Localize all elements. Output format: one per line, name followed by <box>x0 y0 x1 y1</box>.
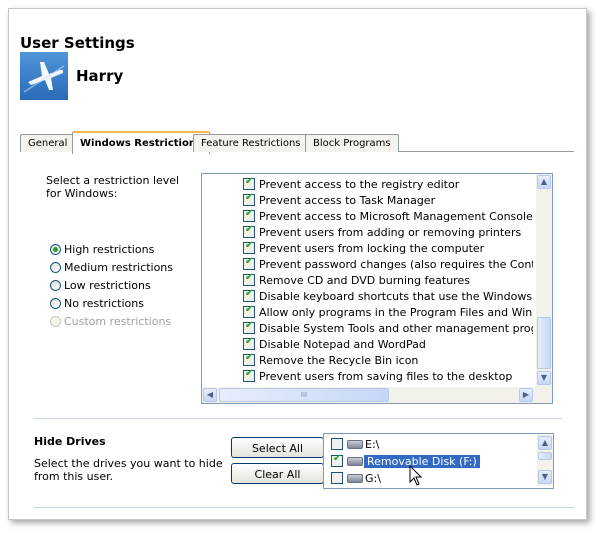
list-item[interactable]: Prevent access to Microsoft Management C… <box>243 208 533 224</box>
item-label: Prevent access to Task Manager <box>259 193 436 207</box>
restrictions-list[interactable]: Prevent access to the registry editor Pr… <box>201 173 553 404</box>
drive-icon <box>347 439 363 449</box>
item-label: Disable keyboard shortcuts that use the … <box>259 289 533 303</box>
checkbox[interactable] <box>243 256 255 270</box>
drive-label: G:\ <box>365 471 381 485</box>
list-item[interactable]: Prevent access to the registry editor <box>243 176 533 192</box>
list-item[interactable]: Prevent users from saving files to the d… <box>243 368 533 384</box>
vertical-scrollbar[interactable]: ▲ ▼ <box>536 174 552 387</box>
item-label: Remove CD and DVD burning features <box>259 273 470 287</box>
item-label: Prevent users from locking the computer <box>259 241 485 255</box>
radio-medium-restrictions[interactable]: Medium restrictions <box>50 260 173 274</box>
section-divider <box>34 418 562 419</box>
item-label: Prevent access to Microsoft Management C… <box>259 209 533 223</box>
horizontal-scrollbar[interactable]: ◀ III ▶ <box>202 387 552 403</box>
checkbox[interactable] <box>243 192 255 206</box>
tab-block-programs[interactable]: Block Programs <box>305 134 399 152</box>
list-item[interactable]: G:\ <box>331 470 381 486</box>
radio-label: Low restrictions <box>64 278 151 292</box>
radio-button[interactable] <box>50 243 61 255</box>
checkbox[interactable] <box>243 176 255 190</box>
item-label: Prevent access to the registry editor <box>259 177 460 191</box>
radio-no-restrictions[interactable]: No restrictions <box>50 296 144 310</box>
item-label: Remove the Recycle Bin icon <box>259 353 419 367</box>
item-label: Disable System Tools and other managemen… <box>259 321 533 335</box>
list-item[interactable]: Disable Notepad and WordPad <box>243 336 533 352</box>
removable-disk-icon <box>347 456 363 466</box>
restriction-level-prompt: Select a restriction level for Windows: <box>46 174 180 200</box>
item-label: Prevent users from saving files to the d… <box>259 369 513 383</box>
radio-label: Medium restrictions <box>64 260 174 274</box>
airplane-icon <box>23 62 65 93</box>
list-item[interactable]: Disable System Tools and other managemen… <box>243 320 533 336</box>
radio-label: Custom restrictions <box>64 314 172 328</box>
radio-button[interactable] <box>50 297 61 309</box>
scroll-down-icon[interactable]: ▼ <box>538 470 552 484</box>
radio-button[interactable] <box>50 261 61 273</box>
scroll-right-icon[interactable]: ▶ <box>519 388 533 402</box>
item-label: Prevent password changes (also requires … <box>259 257 533 271</box>
item-label: Prevent users from adding or removing pr… <box>259 225 522 239</box>
radio-high-restrictions[interactable]: High restrictions <box>50 242 154 256</box>
clear-all-button[interactable]: Clear All <box>231 463 324 484</box>
page-title: User Settings <box>20 34 135 52</box>
item-label: Disable Notepad and WordPad <box>259 337 426 351</box>
drive-label: E:\ <box>365 437 380 451</box>
tab-general[interactable]: General <box>20 134 76 152</box>
checkbox[interactable] <box>243 336 255 350</box>
scroll-left-icon[interactable]: ◀ <box>203 388 217 402</box>
list-item[interactable]: Prevent access to Task Manager <box>243 192 533 208</box>
checkbox[interactable] <box>243 224 255 238</box>
checkbox[interactable] <box>243 368 255 382</box>
list-item[interactable]: Allow only programs in the Program Files… <box>243 304 533 320</box>
list-item[interactable]: Remove CD and DVD burning features <box>243 272 533 288</box>
radio-custom-restrictions: Custom restrictions <box>50 314 171 328</box>
checkbox[interactable] <box>243 352 255 366</box>
hide-drives-description: Select the drives you want to hide from … <box>34 457 223 483</box>
radio-label: High restrictions <box>64 242 155 256</box>
checkbox[interactable] <box>243 272 255 286</box>
radio-label: No restrictions <box>64 296 144 310</box>
list-item[interactable]: Prevent password changes (also requires … <box>243 256 533 272</box>
scroll-up-icon[interactable]: ▲ <box>537 175 551 189</box>
checkbox[interactable] <box>243 320 255 334</box>
item-label: Allow only programs in the Program Files… <box>259 305 533 319</box>
checkbox[interactable] <box>331 472 343 484</box>
list-item[interactable]: Disable keyboard shortcuts that use the … <box>243 288 533 304</box>
scroll-up-icon[interactable]: ▲ <box>538 436 552 450</box>
scroll-down-icon[interactable]: ▼ <box>537 371 551 385</box>
radio-button[interactable] <box>50 279 61 291</box>
restrictions-items: Prevent access to the registry editor Pr… <box>243 176 533 384</box>
drives-list[interactable]: E:\ Removable Disk (F:) G:\ ▲ ▼ <box>323 433 554 489</box>
checkbox[interactable] <box>243 240 255 254</box>
list-item[interactable]: Prevent users from adding or removing pr… <box>243 224 533 240</box>
scroll-thumb-horizontal[interactable]: III <box>219 388 389 402</box>
user-name: Harry <box>76 67 124 85</box>
tab-feature-restrictions[interactable]: Feature Restrictions <box>193 134 309 152</box>
list-item[interactable]: Remove the Recycle Bin icon <box>243 352 533 368</box>
select-all-button[interactable]: Select All <box>231 437 324 458</box>
mouse-cursor-icon <box>409 465 423 486</box>
bottom-divider <box>34 507 574 508</box>
hide-drives-title: Hide Drives <box>34 435 106 448</box>
list-item[interactable]: Removable Disk (F:) <box>331 453 480 469</box>
checkbox[interactable] <box>331 453 343 467</box>
radio-button <box>50 315 61 327</box>
list-item[interactable]: E:\ <box>331 436 379 452</box>
radio-low-restrictions[interactable]: Low restrictions <box>50 278 151 292</box>
drives-scrollbar[interactable]: ▲ ▼ <box>537 434 553 486</box>
list-item[interactable]: Prevent users from locking the computer <box>243 240 533 256</box>
scroll-thumb[interactable] <box>537 317 551 369</box>
tab-windows-restrictions[interactable]: Windows Restrictions <box>72 131 210 154</box>
drive-icon <box>347 473 363 483</box>
checkbox[interactable] <box>243 288 255 302</box>
checkbox[interactable] <box>243 304 255 318</box>
avatar <box>20 52 68 100</box>
scroll-thumb[interactable] <box>538 452 552 460</box>
checkbox[interactable] <box>331 438 343 450</box>
checkbox[interactable] <box>243 208 255 222</box>
